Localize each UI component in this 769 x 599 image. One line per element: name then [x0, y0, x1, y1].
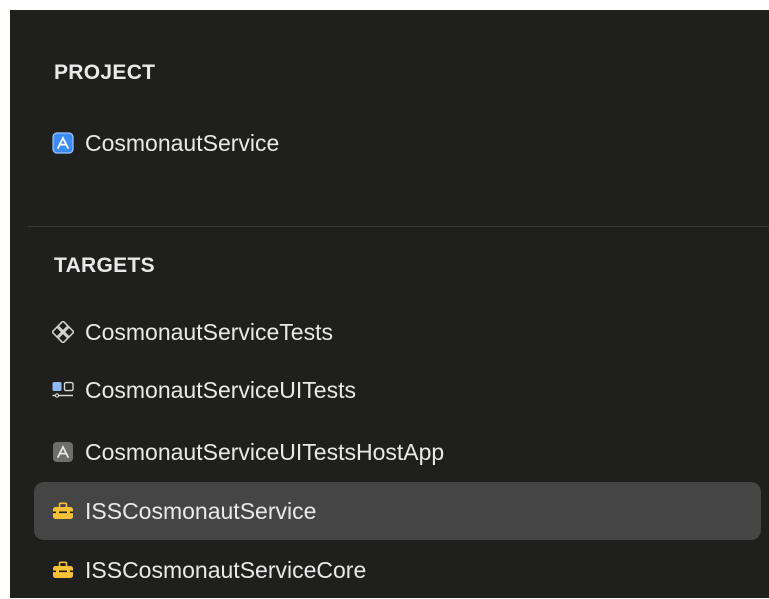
app-project-icon	[52, 132, 74, 154]
project-section-header: PROJECT	[54, 61, 156, 84]
target-item-isscosmonautservicecore[interactable]: ISSCosmonautServiceCore	[34, 541, 761, 599]
target-item-label: CosmonautServiceTests	[85, 318, 333, 345]
section-divider	[28, 226, 769, 227]
toolbox-icon	[52, 500, 74, 522]
project-item-label: CosmonautService	[85, 129, 280, 156]
toolbox-icon	[52, 559, 74, 581]
host-app-icon	[52, 441, 74, 463]
target-item-cosmonautservicetests[interactable]: CosmonautServiceTests	[34, 303, 761, 361]
target-item-cosmonautserviceuitests[interactable]: CosmonautServiceUITests	[34, 361, 761, 419]
ui-tests-icon	[52, 379, 74, 401]
project-item-cosmonautservice[interactable]: CosmonautService	[34, 114, 761, 172]
target-item-label: CosmonautServiceUITestsHostApp	[85, 438, 445, 465]
target-item-label: ISSCosmonautService	[85, 497, 317, 524]
target-item-label: CosmonautServiceUITests	[85, 376, 356, 403]
targets-section-header: TARGETS	[54, 254, 155, 277]
target-item-isscosmonautservice[interactable]: ISSCosmonautService	[34, 482, 761, 540]
target-item-label: ISSCosmonautServiceCore	[85, 556, 367, 583]
project-navigator-panel: PROJECT CosmonautService TARGETS Cosmona…	[10, 10, 769, 598]
target-item-cosmonautserviceuitestshostapp[interactable]: CosmonautServiceUITestsHostApp	[34, 423, 761, 481]
unit-tests-icon	[52, 321, 74, 343]
